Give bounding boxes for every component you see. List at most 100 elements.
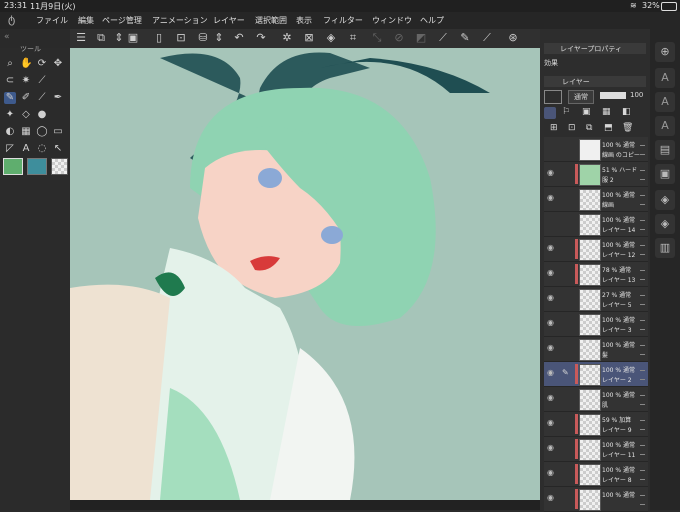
layer-row[interactable]: ◉ 100 % 通常 レイヤー 8 [544, 462, 648, 487]
main-color-swatch[interactable] [3, 158, 23, 175]
merge-icon[interactable]: ⬒ [604, 123, 613, 133]
frame-tool-icon[interactable]: ▭ [52, 126, 64, 138]
drag-handle-icon[interactable] [640, 395, 645, 405]
visibility-eye-icon[interactable]: ◉ [547, 468, 554, 477]
reference-icon[interactable]: ⚐ [562, 107, 570, 117]
menu-file[interactable]: ファイル [36, 15, 68, 26]
drag-handle-icon[interactable] [640, 295, 645, 305]
text-tool-icon[interactable]: A [20, 143, 32, 155]
eyedropper-icon[interactable]: ⟋ [36, 75, 48, 87]
crop-icon[interactable]: ⌗ [346, 31, 360, 45]
lock-icon[interactable]: ▣ [582, 107, 591, 117]
layer-row[interactable]: 100 % 通常 線画 のコピー [544, 137, 648, 162]
document-icon[interactable]: ▯ [152, 31, 166, 45]
app-logo-icon[interactable]: ტ [8, 13, 15, 26]
menu-selection[interactable]: 選択範囲 [255, 15, 287, 26]
layer-row[interactable]: ◉ 100 % 通常 [544, 487, 648, 512]
fill-tool-icon[interactable]: ◐ [4, 126, 16, 138]
visibility-eye-icon[interactable]: ◉ [547, 243, 554, 252]
visibility-eye-icon[interactable]: ◉ [547, 443, 554, 452]
eraser-tool-icon[interactable]: ◇ [20, 109, 32, 121]
navigator-icon[interactable]: ⊕ [655, 42, 675, 62]
ruler-tool-icon[interactable]: ◸ [4, 143, 16, 155]
quick-access-icon[interactable]: ⊛ [506, 31, 520, 45]
fill-icon[interactable]: ◈ [324, 31, 338, 45]
clear-icon[interactable]: ⊠ [302, 31, 316, 45]
visibility-eye-icon[interactable]: ◉ [547, 418, 554, 427]
copy-layer-icon[interactable]: ⧉ [586, 123, 592, 133]
layer-row[interactable]: ◉ 27 % 通常 レイヤー 5 [544, 287, 648, 312]
lasso-tool-icon[interactable]: ⊂ [4, 75, 16, 87]
layer-row[interactable]: ◉ ✎ 100 % 通常 レイヤー 2 [544, 362, 648, 387]
menu-filter[interactable]: フィルター [323, 15, 363, 26]
magic-wand-icon[interactable]: ✷ [20, 75, 32, 87]
history-icon[interactable]: ▥ [655, 238, 675, 258]
drag-handle-icon[interactable] [640, 195, 645, 205]
layer-row[interactable]: ◉ 100 % 通常髪 [544, 337, 648, 362]
pen-tool-icon[interactable]: ✎ [4, 92, 16, 104]
layer-dock2-icon[interactable]: ◈ [655, 214, 675, 234]
visibility-eye-icon[interactable]: ◉ [547, 368, 554, 377]
dock-a-icon[interactable]: A [655, 68, 675, 88]
dock-c-icon[interactable]: A [655, 116, 675, 136]
clip-icon[interactable] [544, 107, 556, 119]
menu-view[interactable]: 表示 [296, 15, 312, 26]
menu-layer[interactable]: レイヤー [213, 15, 245, 26]
drag-handle-icon[interactable] [640, 270, 645, 280]
drag-handle-icon[interactable] [640, 345, 645, 355]
layer-color-icon[interactable] [544, 90, 562, 104]
layer-dock-icon[interactable]: ◈ [655, 190, 675, 210]
blend-mode-select[interactable]: 通常 [568, 90, 594, 104]
redo-icon[interactable]: ↷ [254, 31, 268, 45]
layer-row[interactable]: ◉ 100 % 通常 レイヤー 3 [544, 312, 648, 337]
undo-icon[interactable]: ↶ [232, 31, 246, 45]
menu-window[interactable]: ウィンドウ [372, 15, 412, 26]
visibility-eye-icon[interactable]: ◉ [547, 168, 554, 177]
drag-handle-icon[interactable] [640, 470, 645, 480]
hand-tool-icon[interactable]: ✋ [20, 58, 32, 70]
menu-page[interactable]: ページ管理 [102, 15, 142, 26]
stepper2-icon[interactable]: ⇕ [212, 31, 226, 45]
zoom-tool-icon[interactable]: ⌕ [4, 58, 16, 70]
save-icon[interactable]: ⛁ [196, 31, 210, 45]
drag-handle-icon[interactable] [640, 320, 645, 330]
hamburger-icon[interactable]: ☰ [74, 31, 88, 45]
airbrush-tool-icon[interactable]: ✒ [52, 92, 64, 104]
new-folder-icon[interactable]: ⊡ [568, 123, 576, 133]
pen-icon[interactable]: ⟋ [480, 31, 494, 45]
drag-handle-icon[interactable] [640, 245, 645, 255]
balloon-tool-icon[interactable]: ◌ [36, 143, 48, 155]
stepper-icon[interactable]: ⇕ [112, 31, 126, 45]
move-tool-icon[interactable]: ✥ [52, 58, 64, 70]
deselect-icon[interactable]: ⊘ [392, 31, 406, 45]
layer-row[interactable]: ◉ 78 % 通常 レイヤー 13 [544, 262, 648, 287]
drag-handle-icon[interactable] [640, 170, 645, 180]
visibility-eye-icon[interactable]: ◉ [547, 293, 554, 302]
layer-row[interactable]: ◉ 51 % ハード服 2 [544, 162, 648, 187]
delete-layer-icon[interactable]: 🗑 [622, 123, 633, 133]
drag-handle-icon[interactable] [640, 420, 645, 430]
material-icon[interactable]: ▤ [655, 140, 675, 160]
new-layer-icon[interactable]: ⊞ [550, 123, 558, 133]
loading-icon[interactable]: ✲ [280, 31, 294, 45]
visibility-eye-icon[interactable]: ◉ [547, 393, 554, 402]
dock-b-icon[interactable]: A [655, 92, 675, 112]
brush-tool-icon[interactable]: ⟋ [36, 92, 48, 104]
collapse-icon[interactable]: « [4, 32, 10, 42]
layer-row[interactable]: ◉ 100 % 通常 レイヤー 12 [544, 237, 648, 262]
mask-icon[interactable]: ◧ [622, 107, 631, 117]
brush-settings-icon[interactable]: ✎ [458, 31, 472, 45]
layer-row[interactable]: ◉ 100 % 通常肌 [544, 387, 648, 412]
canvas[interactable] [70, 48, 540, 500]
gallery-icon[interactable]: ▣ [126, 31, 140, 45]
visibility-eye-icon[interactable]: ◉ [547, 493, 554, 502]
decoration-tool-icon[interactable]: ✦ [4, 109, 16, 121]
transform-icon[interactable]: ⤡ [370, 31, 384, 45]
rotate-tool-icon[interactable]: ⟳ [36, 58, 48, 70]
layer-row[interactable]: ◉ 100 % 通常 線画 [544, 187, 648, 212]
visibility-eye-icon[interactable]: ◉ [547, 343, 554, 352]
open-folder-icon[interactable]: ⊡ [174, 31, 188, 45]
transparent-color-swatch[interactable] [51, 158, 68, 175]
blend-tool-icon[interactable]: ● [36, 109, 48, 121]
drag-handle-icon[interactable] [640, 370, 645, 380]
